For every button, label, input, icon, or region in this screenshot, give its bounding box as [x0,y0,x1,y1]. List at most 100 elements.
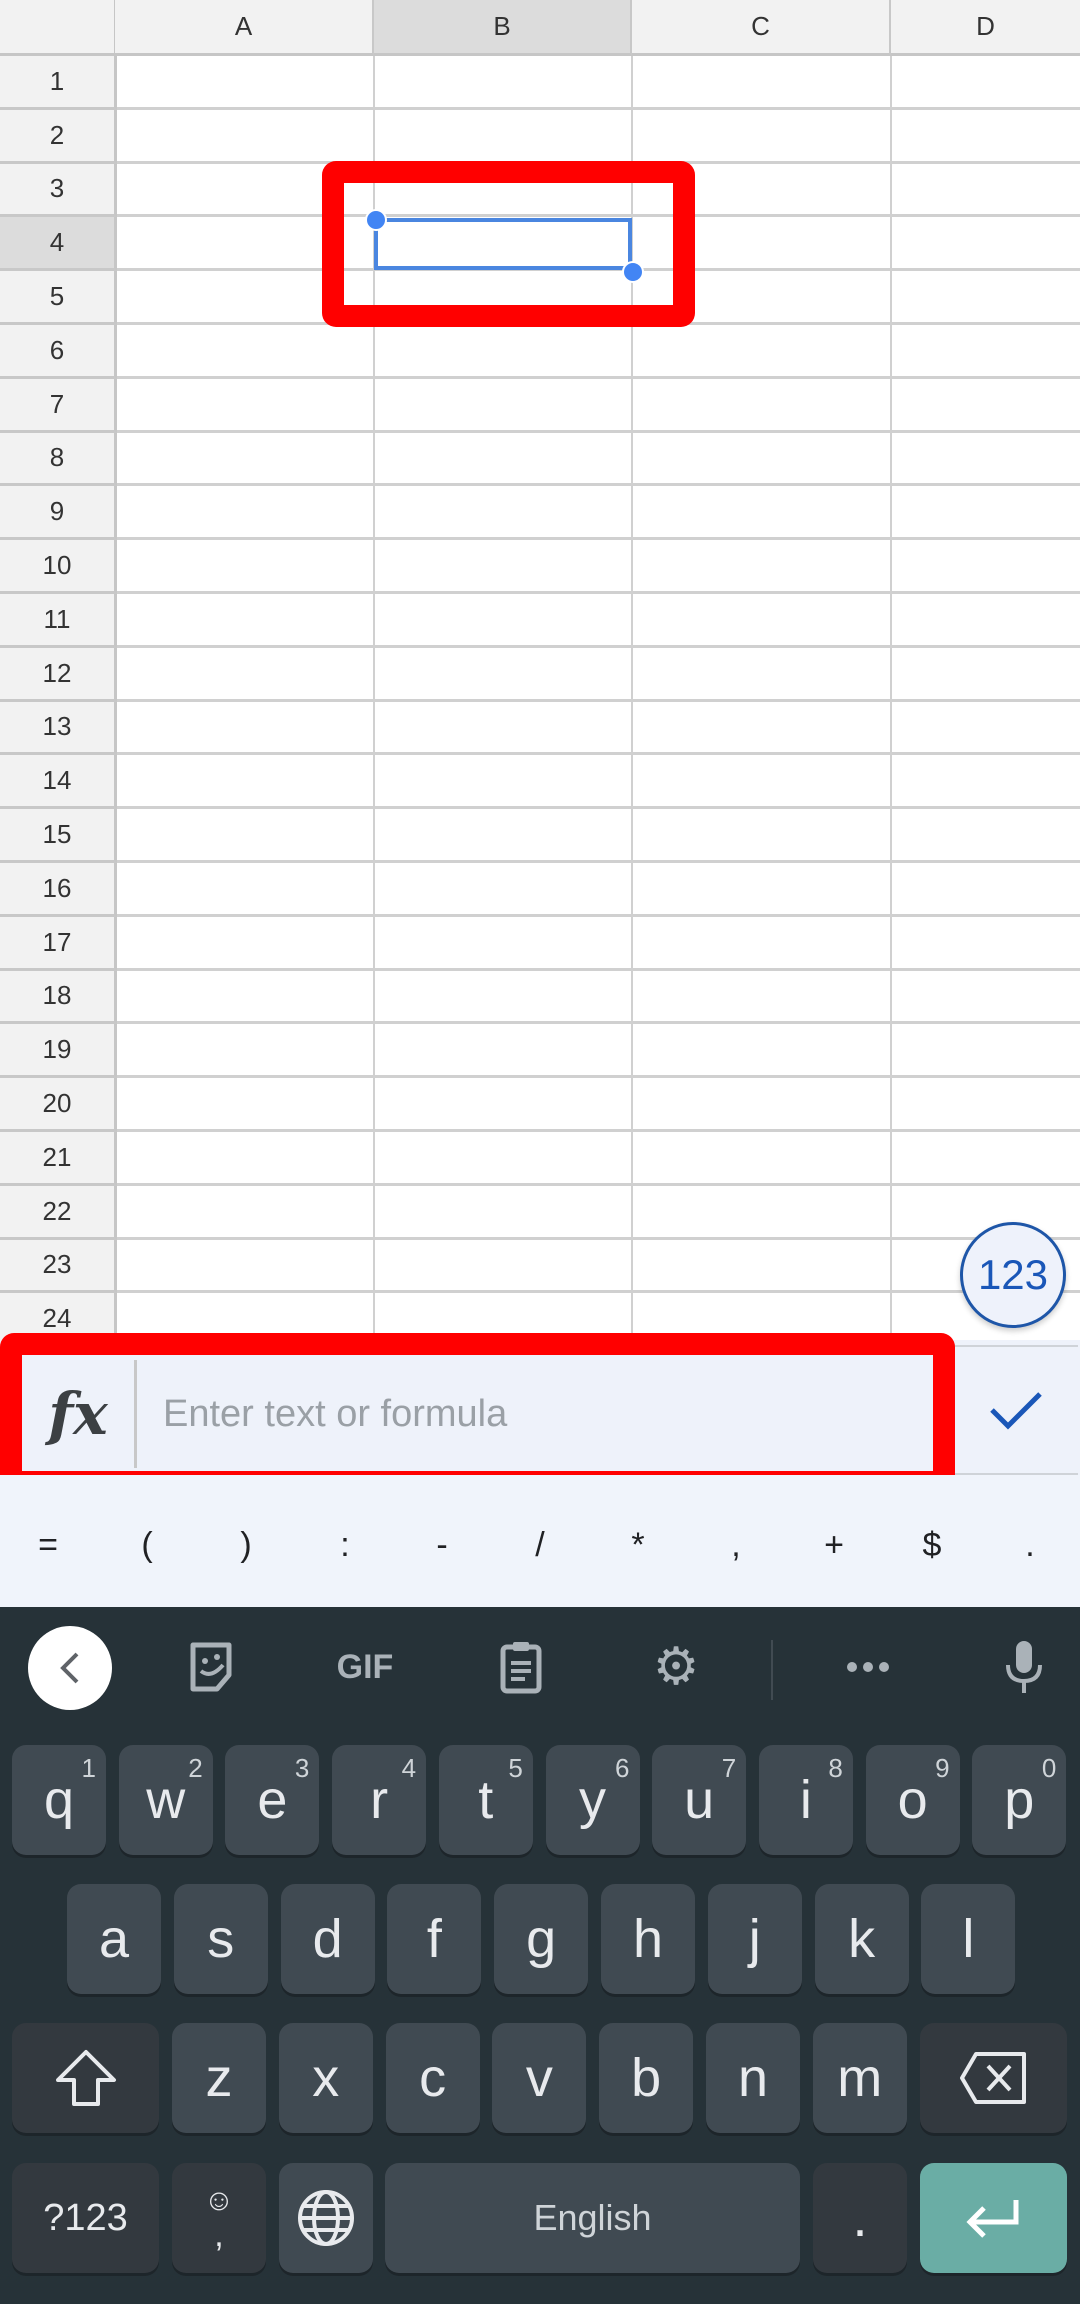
clipboard-button[interactable] [485,1625,557,1709]
row-header[interactable]: 5 [0,271,117,325]
symbol-key[interactable]: + [804,1500,864,1590]
row-header[interactable]: 19 [0,1024,117,1079]
keyboard-settings-button[interactable]: ⚙ [640,1625,712,1709]
selected-cell-b4[interactable] [374,218,632,270]
key-r[interactable]: r4 [332,1745,427,1855]
symbol-key[interactable]: ( [117,1500,177,1590]
key-o[interactable]: o9 [865,1745,960,1855]
shift-icon [55,2050,116,2106]
key-k[interactable]: k [814,1884,909,1994]
row-header[interactable]: 14 [0,755,117,810]
row-header[interactable]: 6 [0,325,117,379]
symbol-key[interactable]: $ [902,1500,962,1590]
key-number-hint: 4 [401,1753,417,1783]
key-c[interactable]: c [385,2023,480,2133]
key-s[interactable]: s [173,1884,268,1994]
keyboard-back-button[interactable] [28,1626,112,1710]
row-header[interactable]: 8 [0,432,117,487]
row-header[interactable]: 10 [0,540,117,594]
row-header[interactable]: 4 [0,217,117,272]
row-divider [117,214,1080,218]
backspace-key[interactable] [920,2023,1067,2133]
row-header[interactable]: 1 [0,56,117,110]
row-header[interactable]: 23 [0,1239,117,1294]
row-divider [117,1075,1080,1079]
row-header[interactable]: 21 [0,1132,117,1186]
key-label: w [146,1770,186,1830]
key-number-hint: 1 [81,1753,96,1783]
voice-input-button[interactable] [988,1625,1060,1709]
gif-button[interactable]: GIF [325,1625,405,1709]
space-bar[interactable]: English [385,2163,800,2273]
key-m[interactable]: m [812,2023,907,2133]
select-all-corner[interactable] [0,0,117,56]
row-header[interactable]: 13 [0,701,117,756]
key-v[interactable]: v [492,2023,587,2133]
key-q[interactable]: q1 [12,1745,106,1855]
row-header[interactable]: 11 [0,594,117,648]
key-b[interactable]: b [599,2023,694,2133]
key-f[interactable]: f [387,1884,482,1994]
fx-icon[interactable]: fx [22,1360,137,1468]
number-format-button[interactable]: 123 [960,1222,1066,1328]
row-header[interactable]: 7 [0,378,117,433]
language-key[interactable] [279,2163,373,2273]
formula-input[interactable] [137,1360,927,1468]
key-g[interactable]: g [494,1884,589,1994]
key-i[interactable]: i8 [758,1745,853,1855]
symbol-key[interactable]: = [18,1500,78,1590]
row-header[interactable]: 3 [0,163,117,218]
row-header[interactable]: 17 [0,916,117,971]
key-x[interactable]: x [278,2023,373,2133]
key-t[interactable]: t5 [438,1745,533,1855]
enter-key[interactable] [920,2163,1067,2273]
key-n[interactable]: n [706,2023,800,2133]
symbol-key[interactable]: - [412,1500,472,1590]
key-u[interactable]: u7 [652,1745,747,1855]
symbol-key[interactable]: : [315,1500,375,1590]
sticker-button[interactable] [175,1625,247,1709]
confirm-button[interactable] [952,1345,1078,1475]
symbol-key[interactable]: , [706,1500,766,1590]
column-header-d[interactable]: D [891,0,1080,56]
row-header[interactable]: 18 [0,970,117,1025]
key-l[interactable]: l [921,1884,1016,1994]
column-header-b[interactable]: B [374,0,632,56]
symbol-key[interactable]: / [510,1500,570,1590]
row-header[interactable]: 9 [0,486,117,541]
more-button[interactable] [830,1625,906,1709]
key-a[interactable]: a [67,1884,161,1994]
row-header[interactable]: 15 [0,809,117,863]
spreadsheet-grid: A B C D 1 2 3 4 5 6 7 8 9 10 11 12 13 14 15 16 17 18 19 20 2… [0,0,1080,1340]
key-w[interactable]: w2 [118,1745,213,1855]
row-header[interactable]: 20 [0,1078,117,1132]
row-divider [117,1021,1080,1025]
symbol-key[interactable]: . [1000,1500,1060,1590]
row-divider [117,106,1080,110]
row-header[interactable]: 2 [0,109,117,164]
row-header[interactable]: 16 [0,863,117,917]
key-h[interactable]: h [601,1884,695,1994]
row-header[interactable]: 24 [0,1293,117,1340]
key-y[interactable]: y6 [545,1745,640,1855]
key-j[interactable]: j [707,1884,802,1994]
row-divider [117,537,1080,541]
key-e[interactable]: e3 [225,1745,320,1855]
row-header[interactable]: 22 [0,1185,117,1240]
symbols-key[interactable]: ?123 [12,2163,159,2273]
column-header-a[interactable]: A [115,0,374,56]
period-key[interactable]: . [813,2163,907,2273]
emoji-comma-key[interactable]: ☺ , [172,2163,266,2273]
row-header[interactable]: 12 [0,647,117,702]
row-divider [117,160,1080,164]
shift-key[interactable] [12,2023,159,2133]
symbol-key[interactable]: ) [216,1500,276,1590]
key-z[interactable]: z [172,2023,266,2133]
selection-handle-bottom-right[interactable] [622,261,644,283]
column-header-c[interactable]: C [632,0,891,56]
row-divider [117,860,1080,863]
selection-handle-top-left[interactable] [365,209,387,231]
key-d[interactable]: d [280,1884,375,1994]
key-p[interactable]: p0 [972,1745,1067,1855]
symbol-key[interactable]: * [608,1500,668,1590]
